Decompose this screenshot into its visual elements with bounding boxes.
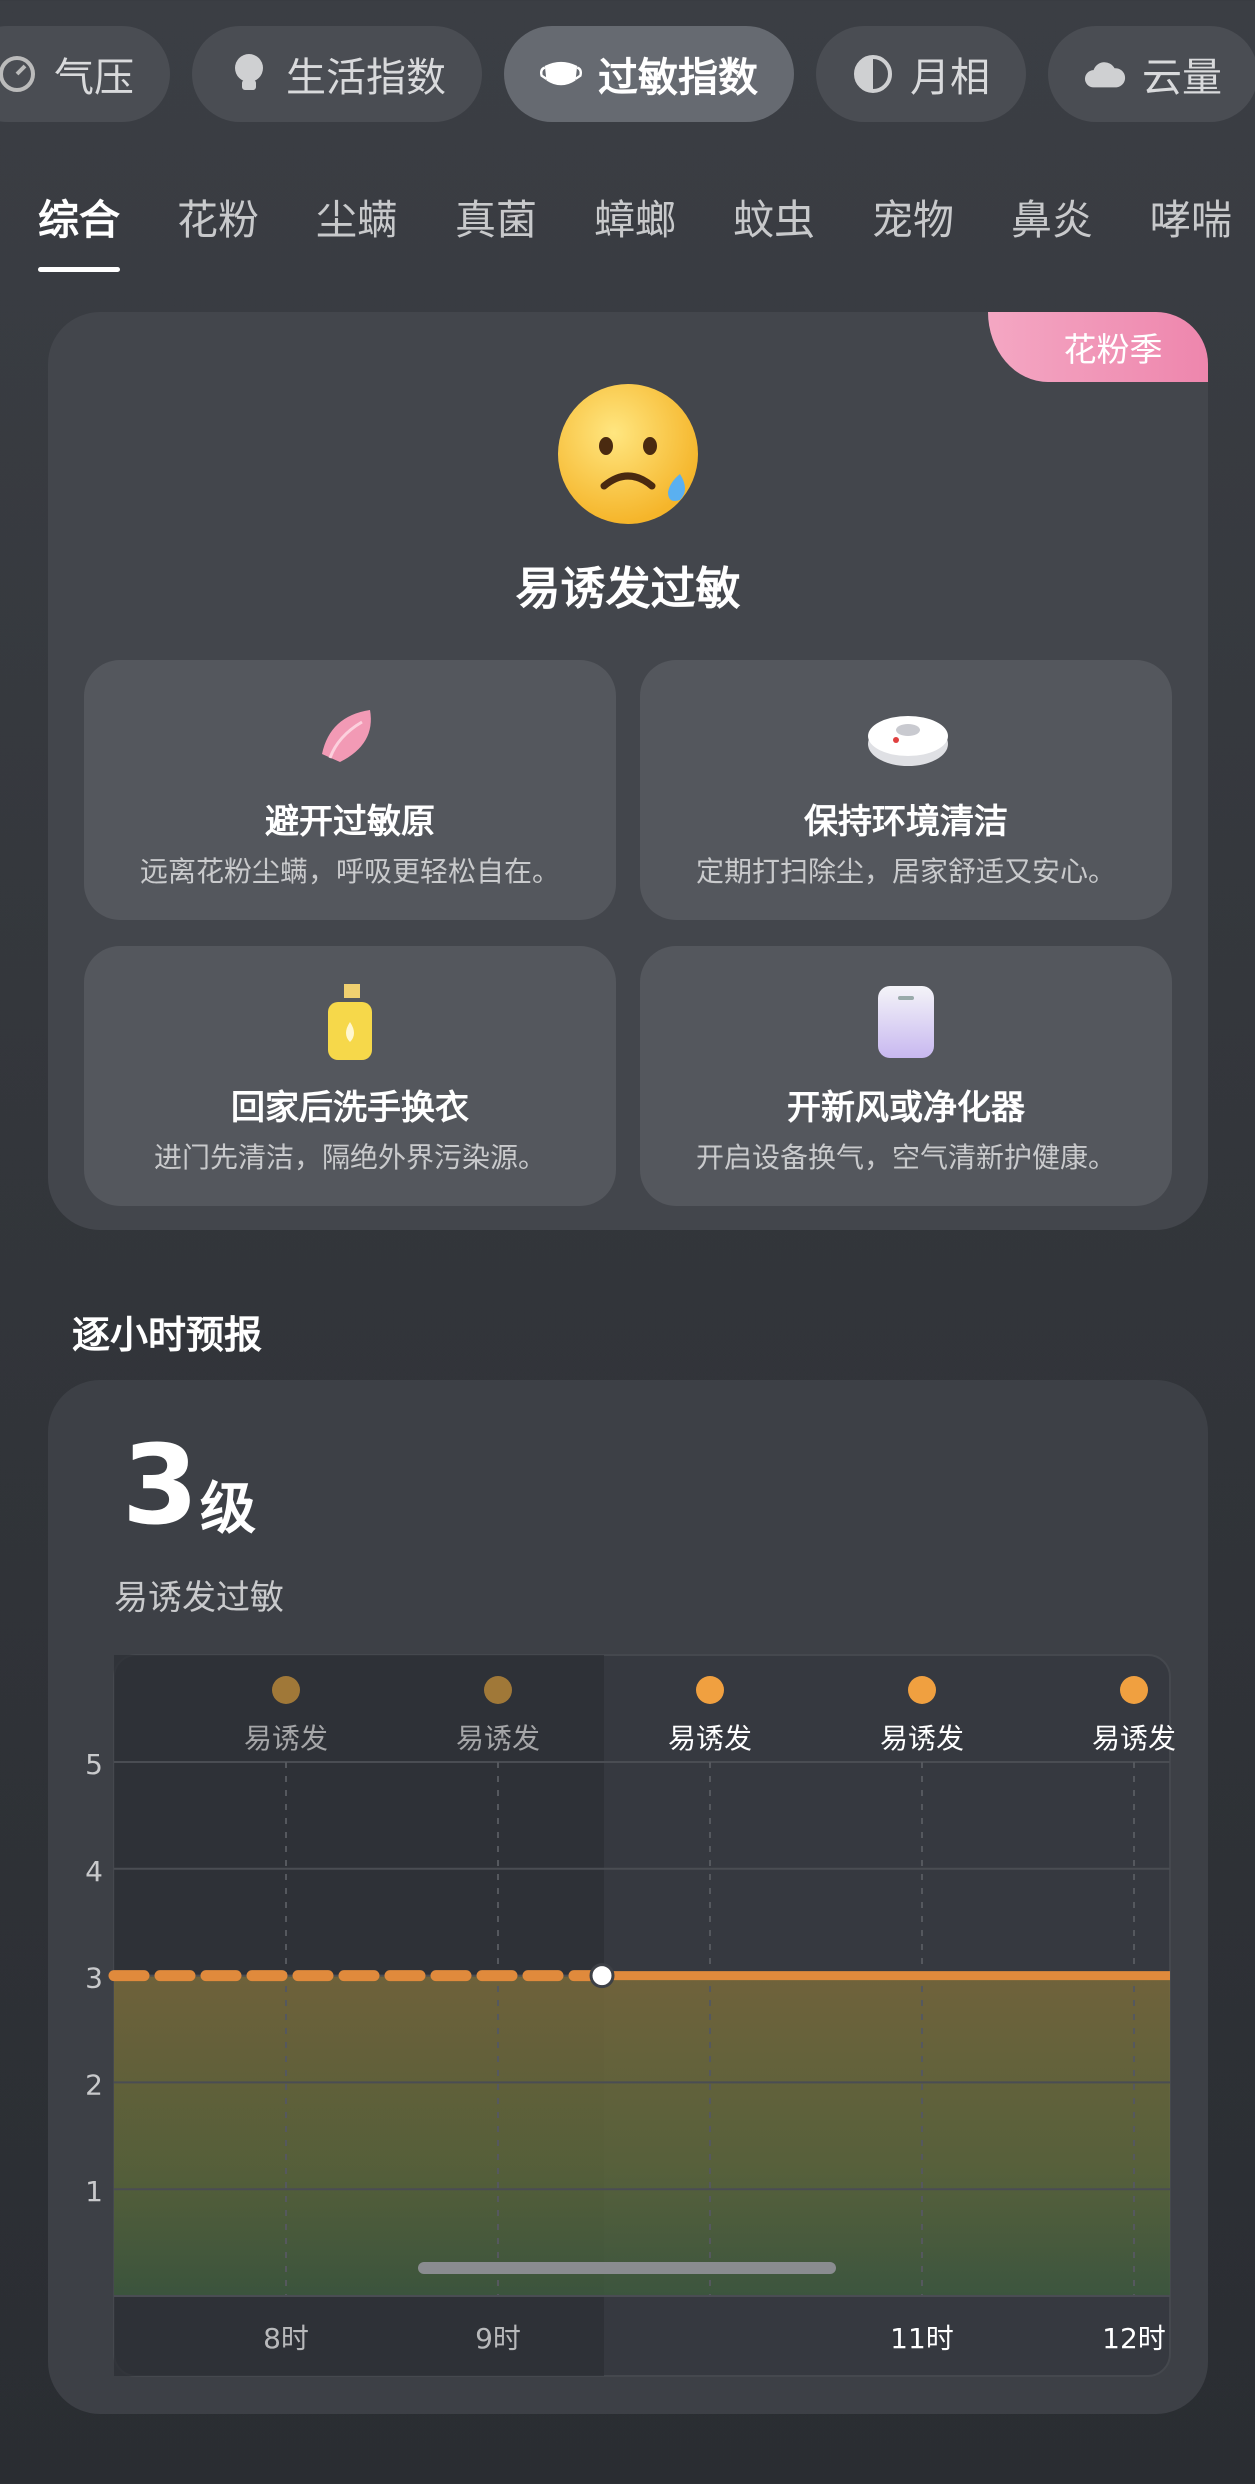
- air-purifier-icon: [866, 982, 946, 1062]
- mask-icon: [540, 53, 582, 95]
- allergen-tabs: 综合 花粉 尘螨 真菌 蟑螂 蚊虫 宠物 鼻炎 哮喘: [38, 186, 1255, 272]
- pill-label: 气压: [54, 55, 134, 101]
- current-level-unit: 级: [200, 1477, 256, 1542]
- current-level-desc: 易诱发过敏: [114, 1578, 284, 1618]
- pill-label: 云量: [1142, 55, 1222, 101]
- tip-card-wash-hands[interactable]: 回家后洗手换衣 进门先清洁，隔绝外界污染源。: [84, 946, 616, 1206]
- hourly-forecast-card: 3 级 易诱发过敏: [48, 1380, 1208, 2414]
- tip-desc: 进门先清洁，隔绝外界污染源。: [153, 1141, 546, 1174]
- tab-mosquito[interactable]: 蚊虫: [733, 186, 815, 246]
- tab-asthma[interactable]: 哮喘: [1150, 186, 1232, 246]
- home-indicator[interactable]: [418, 2262, 836, 2274]
- tab-pet[interactable]: 宠物: [872, 186, 954, 246]
- hourly-section-title: 逐小时预报: [72, 1313, 263, 1357]
- index-category-bar: 气压 生活指数 过敏指数 月相 云量: [0, 26, 1255, 122]
- moon-icon: [852, 53, 894, 95]
- pill-allergy-index[interactable]: 过敏指数: [504, 26, 794, 122]
- tab-cockroach[interactable]: 蟑螂: [594, 186, 676, 246]
- petal-icon: [310, 696, 390, 776]
- tab-overall[interactable]: 综合: [38, 186, 120, 272]
- pill-pressure[interactable]: 气压: [0, 26, 170, 122]
- tip-card-keep-clean[interactable]: 保持环境清洁 定期打扫除尘，居家舒适又安心。: [640, 660, 1172, 920]
- tab-pollen[interactable]: 花粉: [177, 186, 259, 246]
- sad-sweat-face-icon: [556, 382, 700, 526]
- season-badge: 花粉季: [988, 312, 1208, 382]
- tab-fungus[interactable]: 真菌: [455, 186, 537, 246]
- pill-cloud-cover[interactable]: 云量: [1048, 26, 1255, 122]
- pressure-icon: [0, 53, 38, 95]
- robot-vacuum-icon: [866, 696, 948, 776]
- tip-title: 回家后洗手换衣: [231, 1088, 469, 1128]
- tip-desc: 远离花粉尘螨，呼吸更轻松自在。: [139, 855, 560, 888]
- tip-desc: 开启设备换气，空气清新护健康。: [695, 1141, 1116, 1174]
- tip-title: 保持环境清洁: [804, 802, 1008, 842]
- pill-label: 生活指数: [286, 55, 446, 101]
- allergy-level-title: 易诱发过敏: [515, 562, 741, 615]
- soap-bottle-icon: [310, 982, 390, 1062]
- tip-card-purifier[interactable]: 开新风或净化器 开启设备换气，空气清新护健康。: [640, 946, 1172, 1206]
- tip-desc: 定期打扫除尘，居家舒适又安心。: [695, 855, 1116, 888]
- tab-rhinitis[interactable]: 鼻炎: [1011, 186, 1093, 246]
- tip-title: 开新风或净化器: [787, 1088, 1025, 1128]
- pill-label: 过敏指数: [598, 55, 758, 101]
- pill-life-index[interactable]: 生活指数: [192, 26, 482, 122]
- cloud-icon: [1084, 53, 1126, 95]
- tip-title: 避开过敏原: [265, 802, 435, 842]
- pill-label: 月相: [910, 55, 990, 101]
- bulb-icon: [228, 53, 270, 95]
- pill-moon-phase[interactable]: 月相: [816, 26, 1026, 122]
- current-level-value: 3: [122, 1421, 199, 1549]
- tab-dust-mite[interactable]: 尘螨: [316, 186, 398, 246]
- tip-card-avoid-allergen[interactable]: 避开过敏原 远离花粉尘螨，呼吸更轻松自在。: [84, 660, 616, 920]
- allergy-summary-card: 花粉季 易诱发过敏 避开过敏原 远离花粉尘螨，呼吸更轻松自在。 保持环境清洁 定…: [48, 312, 1208, 1230]
